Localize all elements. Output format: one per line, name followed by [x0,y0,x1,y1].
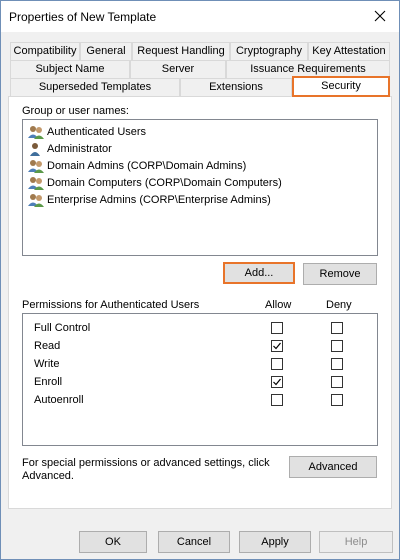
permission-label: Autoenroll [34,394,84,406]
list-item[interactable]: Domain Computers (CORP\Domain Computers) [27,174,282,191]
tab-key-attestation[interactable]: Key Attestation [308,42,390,60]
allow-checkbox-autoenroll[interactable] [271,394,283,406]
deny-checkbox-write[interactable] [331,358,343,370]
permission-label: Full Control [34,322,91,334]
permission-label: Read [34,340,61,352]
principal-label: Enterprise Admins (CORP\Enterprise Admin… [47,193,271,206]
allow-checkbox-enroll[interactable] [271,376,283,388]
user-icon [30,142,40,156]
deny-header: Deny [326,299,352,311]
users-group-icon [28,193,44,207]
tab-request-handling[interactable]: Request Handling [132,42,230,60]
title-bar: Properties of New Template [1,1,399,32]
users-group-icon [28,125,44,139]
principals-list[interactable]: Authenticated Users Administrator Domain… [22,119,378,256]
list-item[interactable]: Enterprise Admins (CORP\Enterprise Admin… [27,191,271,208]
permission-label: Enroll [34,376,63,388]
principal-label: Domain Computers (CORP\Domain Computers) [47,176,282,189]
allow-checkbox-read[interactable] [271,340,283,352]
apply-button[interactable]: Apply [239,531,311,553]
deny-checkbox-enroll[interactable] [331,376,343,388]
users-group-icon [28,176,44,190]
allow-checkbox-full-control[interactable] [271,322,283,334]
group-names-label: Group or user names: [22,105,129,117]
add-button[interactable]: Add... [223,262,295,284]
permissions-label: Permissions for Authenticated Users [22,299,200,311]
list-item[interactable]: Administrator [27,140,112,157]
tab-compatibility[interactable]: Compatibility [10,42,80,60]
principal-label: Domain Admins (CORP\Domain Admins) [47,159,247,172]
principal-label: Administrator [47,142,112,155]
allow-header: Allow [265,299,292,311]
window-title: Properties of New Template [9,10,157,24]
remove-button[interactable]: Remove [303,263,377,285]
advanced-button[interactable]: Advanced [289,456,377,478]
list-item[interactable]: Domain Admins (CORP\Domain Admins) [27,157,246,174]
advanced-help-text-2: Advanced. [22,470,74,482]
help-button[interactable]: Help [319,531,393,553]
permission-label: Write [34,358,60,370]
permissions-list: Full Control Read Write Enroll Autoenrol… [22,313,378,446]
cancel-button[interactable]: Cancel [158,531,230,553]
list-item[interactable]: Authenticated Users [27,123,146,140]
advanced-help-text: For special permissions or advanced sett… [22,457,270,469]
ok-button[interactable]: OK [79,531,147,553]
tab-security[interactable]: Security [292,76,390,97]
close-icon[interactable] [367,4,393,28]
users-group-icon [28,159,44,173]
properties-dialog: Properties of New Template Compatibility… [0,0,400,560]
tab-extensions[interactable]: Extensions [180,78,292,96]
tab-superseded-templates[interactable]: Superseded Templates [10,78,180,96]
tab-server[interactable]: Server [130,60,226,78]
principal-label: Authenticated Users [47,125,147,138]
deny-checkbox-autoenroll[interactable] [331,394,343,406]
allow-checkbox-write[interactable] [271,358,283,370]
deny-checkbox-full-control[interactable] [331,322,343,334]
tab-subject-name[interactable]: Subject Name [10,60,130,78]
tab-general[interactable]: General [80,42,132,60]
deny-checkbox-read[interactable] [331,340,343,352]
tab-cryptography[interactable]: Cryptography [230,42,308,60]
